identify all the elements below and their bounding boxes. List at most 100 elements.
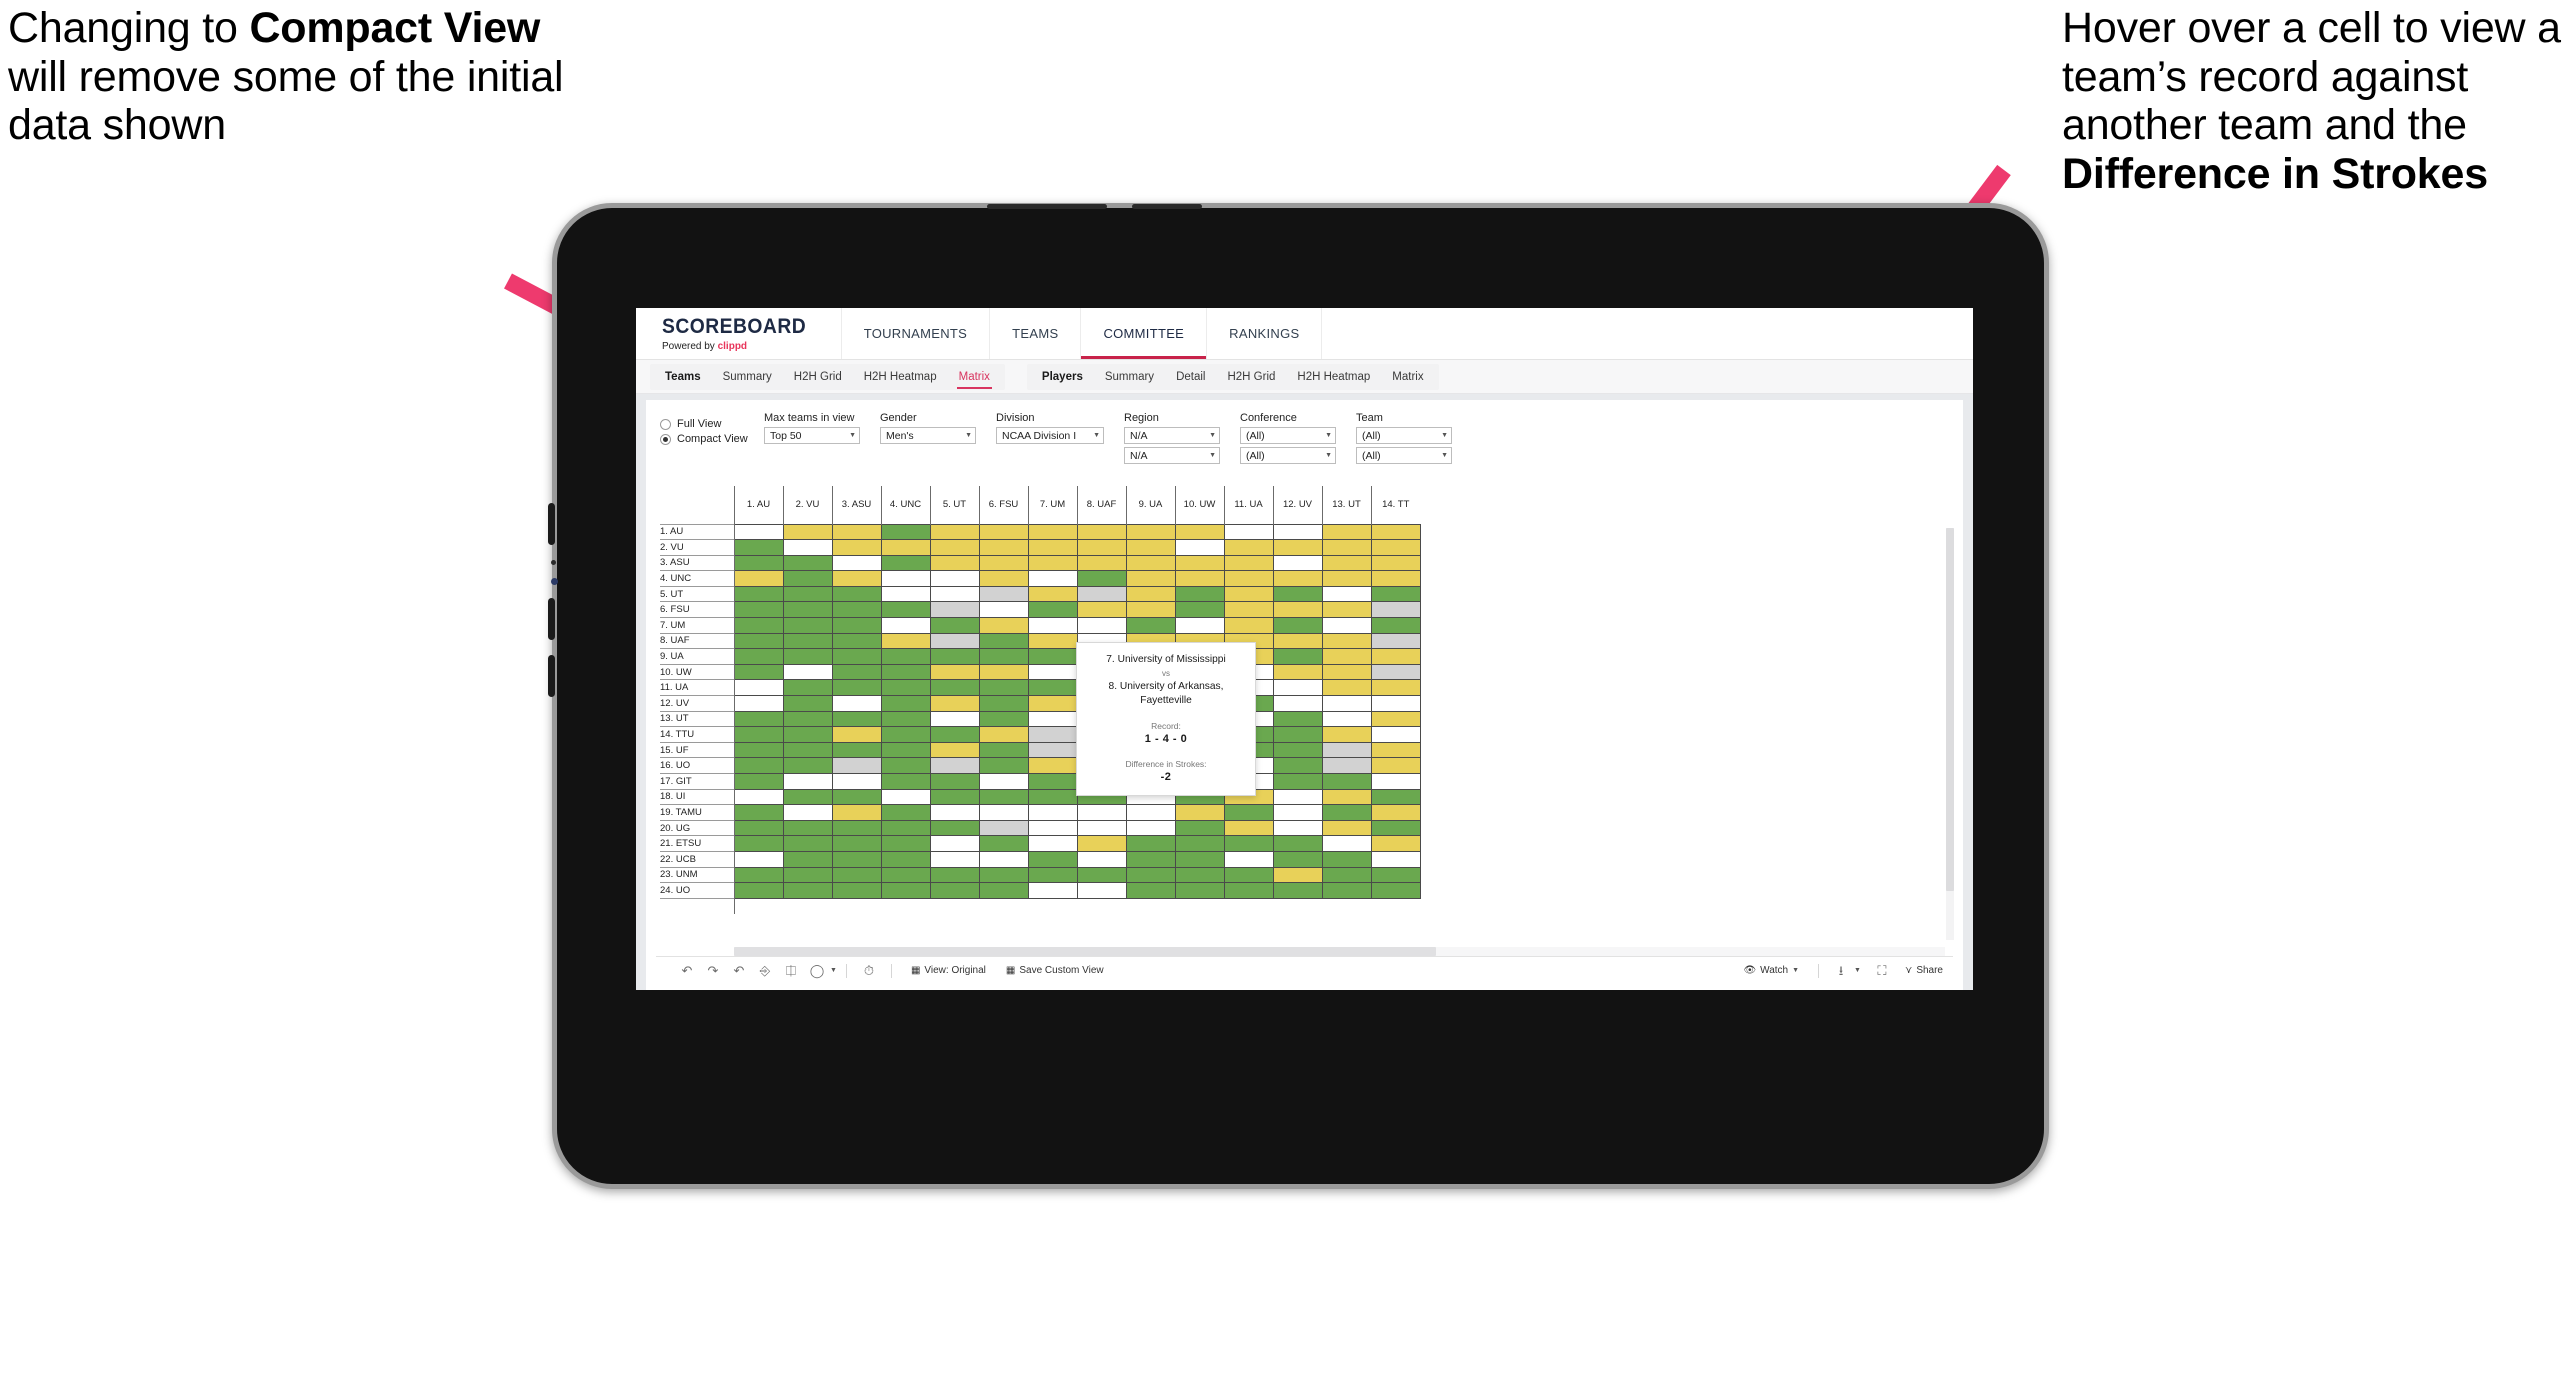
matrix-cell[interactable] bbox=[782, 835, 833, 852]
matrix-cell[interactable] bbox=[880, 819, 931, 837]
vertical-scrollbar[interactable] bbox=[1946, 528, 1954, 940]
matrix-cell[interactable] bbox=[1027, 601, 1078, 619]
matrix-cell[interactable] bbox=[978, 632, 1029, 650]
matrix-cell[interactable] bbox=[1223, 585, 1274, 603]
matrix-cell[interactable] bbox=[880, 773, 931, 790]
matrix-cell[interactable] bbox=[1125, 539, 1176, 556]
matrix-cell[interactable] bbox=[1272, 679, 1323, 697]
matrix-cell[interactable] bbox=[978, 773, 1029, 790]
matrix-col-header[interactable]: 11. UA bbox=[1223, 486, 1273, 524]
matrix-cell[interactable] bbox=[1027, 835, 1078, 852]
matrix-cell[interactable] bbox=[733, 741, 784, 759]
matrix-cell[interactable] bbox=[978, 710, 1029, 728]
matrix-cell[interactable] bbox=[831, 804, 882, 821]
matrix-cell[interactable] bbox=[1027, 679, 1078, 697]
matrix-cell[interactable] bbox=[1027, 788, 1078, 806]
matrix-cell[interactable] bbox=[880, 539, 931, 556]
matrix-row-header[interactable]: 6. FSU bbox=[660, 601, 735, 618]
matrix-cell[interactable] bbox=[978, 523, 1029, 541]
matrix-cell[interactable] bbox=[733, 679, 784, 697]
matrix-cell[interactable] bbox=[978, 554, 1029, 572]
matrix-cell[interactable] bbox=[1272, 741, 1323, 759]
nav-teams[interactable]: TEAMS bbox=[990, 308, 1082, 359]
matrix-cell[interactable] bbox=[1174, 617, 1225, 634]
matrix-cell[interactable] bbox=[831, 850, 882, 868]
matrix-cell[interactable] bbox=[831, 710, 882, 728]
matrix-cell[interactable] bbox=[831, 632, 882, 650]
matrix-cell[interactable] bbox=[1272, 617, 1323, 634]
matrix-cell[interactable] bbox=[1174, 570, 1225, 587]
matrix-cell[interactable] bbox=[782, 741, 833, 759]
matrix-cell[interactable] bbox=[929, 741, 980, 759]
matrix-cell[interactable] bbox=[1370, 835, 1421, 852]
matrix-cell[interactable] bbox=[1272, 819, 1323, 837]
matrix-cell[interactable] bbox=[733, 585, 784, 603]
filter-gender-select[interactable]: Men's ▼ bbox=[880, 427, 976, 444]
matrix-cell[interactable] bbox=[880, 866, 931, 884]
matrix-cell[interactable] bbox=[929, 617, 980, 634]
matrix-cell[interactable] bbox=[1027, 617, 1078, 634]
matrix-cell[interactable] bbox=[880, 757, 931, 774]
matrix-cell[interactable] bbox=[1370, 601, 1421, 619]
matrix-cell[interactable] bbox=[782, 585, 833, 603]
matrix-col-header[interactable]: 2. VU bbox=[782, 486, 832, 524]
matrix-cell[interactable] bbox=[978, 585, 1029, 603]
matrix-cell[interactable] bbox=[1125, 570, 1176, 587]
matrix-cell[interactable] bbox=[782, 539, 833, 556]
matrix-cell[interactable] bbox=[1321, 663, 1372, 681]
matrix-cell[interactable] bbox=[1125, 601, 1176, 619]
matrix-cell[interactable] bbox=[1272, 554, 1323, 572]
matrix-cell[interactable] bbox=[1321, 866, 1372, 884]
nav-tournaments[interactable]: TOURNAMENTS bbox=[842, 308, 991, 359]
matrix-cell[interactable] bbox=[978, 601, 1029, 619]
matrix-cell[interactable] bbox=[1272, 570, 1323, 587]
matrix-cell[interactable] bbox=[929, 570, 980, 587]
matrix-cell[interactable] bbox=[733, 663, 784, 681]
matrix-col-header[interactable]: 10. UW bbox=[1174, 486, 1224, 524]
filter-region-select-1[interactable]: N/A ▼ bbox=[1124, 427, 1220, 444]
matrix-cell[interactable] bbox=[1174, 835, 1225, 852]
matrix-cell[interactable] bbox=[1174, 850, 1225, 868]
matrix-cell[interactable] bbox=[1125, 850, 1176, 868]
matrix-cell[interactable] bbox=[831, 866, 882, 884]
matrix-cell[interactable] bbox=[978, 835, 1029, 852]
matrix-cell[interactable] bbox=[1321, 632, 1372, 650]
matrix-cell[interactable] bbox=[831, 523, 882, 541]
matrix-cell[interactable] bbox=[1321, 773, 1372, 790]
matrix-col-header[interactable]: 3. ASU bbox=[831, 486, 881, 524]
matrix-col-header[interactable]: 13. UT bbox=[1321, 486, 1371, 524]
matrix-cell[interactable] bbox=[880, 726, 931, 743]
matrix-cell[interactable] bbox=[733, 757, 784, 774]
matrix-cell[interactable] bbox=[1125, 882, 1176, 899]
matrix-cell[interactable] bbox=[1174, 804, 1225, 821]
matrix-cell[interactable] bbox=[782, 804, 833, 821]
matrix-cell[interactable] bbox=[880, 523, 931, 541]
matrix-cell[interactable] bbox=[782, 617, 833, 634]
matrix-cell[interactable] bbox=[831, 663, 882, 681]
matrix-cell[interactable] bbox=[1027, 648, 1078, 665]
power-button[interactable] bbox=[548, 655, 555, 697]
matrix-row-header[interactable]: 19. TAMU bbox=[660, 804, 735, 821]
subnav-teams-summary[interactable]: Summary bbox=[712, 364, 783, 390]
matrix-col-header[interactable]: 14. TT bbox=[1370, 486, 1420, 524]
matrix-cell[interactable] bbox=[1321, 539, 1372, 556]
matrix-cell[interactable] bbox=[1125, 554, 1176, 572]
matrix-cell[interactable] bbox=[1027, 663, 1078, 681]
matrix-cell[interactable] bbox=[1321, 710, 1372, 728]
matrix-cell[interactable] bbox=[831, 757, 882, 774]
matrix-cell[interactable] bbox=[1076, 554, 1127, 572]
matrix-cell[interactable] bbox=[1027, 866, 1078, 884]
matrix-cell[interactable] bbox=[1321, 617, 1372, 634]
matrix-cell[interactable] bbox=[1223, 539, 1274, 556]
matrix-cell[interactable] bbox=[1027, 523, 1078, 541]
matrix-row-header[interactable]: 5. UT bbox=[660, 585, 735, 602]
matrix-cell[interactable] bbox=[1125, 819, 1176, 837]
matrix-row-header[interactable]: 8. UAF bbox=[660, 632, 735, 649]
matrix-cell[interactable] bbox=[1321, 554, 1372, 572]
matrix-cell[interactable] bbox=[782, 523, 833, 541]
matrix-cell[interactable] bbox=[880, 882, 931, 899]
matrix-cell[interactable] bbox=[1076, 523, 1127, 541]
share-button[interactable]: ⋎ Share bbox=[1895, 965, 1953, 976]
matrix-cell[interactable] bbox=[1272, 866, 1323, 884]
matrix-cell[interactable] bbox=[782, 710, 833, 728]
